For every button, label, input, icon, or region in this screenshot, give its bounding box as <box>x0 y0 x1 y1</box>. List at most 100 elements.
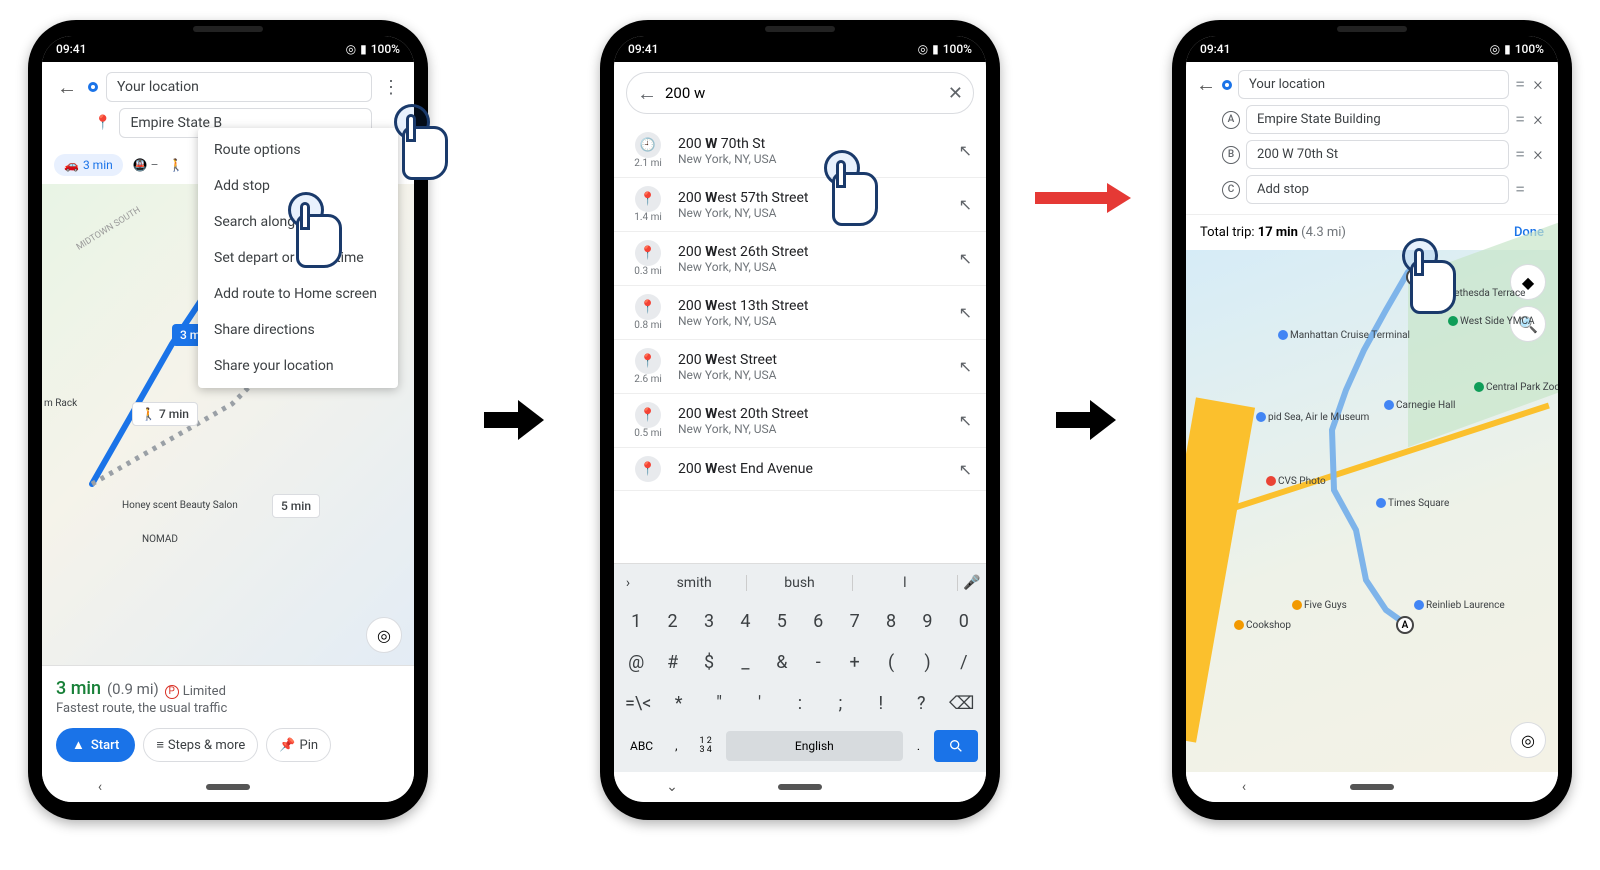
mode-walk-icon[interactable]: 🚶 <box>169 158 184 172</box>
overflow-menu-item[interactable]: Add stop <box>198 168 398 204</box>
kb-key[interactable]: ' <box>739 689 779 718</box>
insert-arrow-icon[interactable]: ↖ <box>959 411 972 430</box>
kb-key[interactable]: @ <box>618 648 654 677</box>
battery-icon: ▮ <box>360 42 367 56</box>
kb-key[interactable]: 3 <box>691 607 727 636</box>
route-summary-sheet[interactable]: 3 min (0.9 mi) PLimited Fastest route, t… <box>42 665 414 772</box>
kb-key[interactable]: / <box>946 648 982 677</box>
insert-arrow-icon[interactable]: ↖ <box>959 141 972 160</box>
stop-marker-icon: B <box>1222 146 1240 164</box>
insert-arrow-icon[interactable]: ↖ <box>959 249 972 268</box>
waypoint-field[interactable]: Empire State Building <box>1246 105 1509 134</box>
kb-expand-icon[interactable]: › <box>614 575 642 591</box>
kb-key[interactable]: ? <box>901 689 941 718</box>
remove-stop-icon[interactable]: × <box>1528 109 1548 130</box>
kb-key[interactable]: 4 <box>727 607 763 636</box>
kb-key[interactable]: $ <box>691 648 727 677</box>
search-result-item[interactable]: 📍 0.3 mi 200 West 26th Street New York, … <box>614 232 986 286</box>
kb-space-key[interactable]: English <box>726 731 903 761</box>
kb-key[interactable]: : <box>780 689 820 718</box>
overflow-menu-item[interactable]: Route options <box>198 132 398 168</box>
overflow-menu-item[interactable]: Add route to Home screen <box>198 276 398 312</box>
drag-handle-icon[interactable]: = <box>1515 179 1522 200</box>
overflow-menu-item[interactable]: Search along route <box>198 204 398 240</box>
recenter-button[interactable]: ◎ <box>1510 722 1546 758</box>
kb-key[interactable]: 7 <box>836 607 872 636</box>
back-arrow-icon[interactable]: ← <box>54 75 80 100</box>
kb-key[interactable]: 9 <box>909 607 945 636</box>
mode-car-chip[interactable]: 🚗 3 min <box>54 154 123 176</box>
origin-field[interactable]: Your location <box>106 72 372 102</box>
kb-key[interactable]: 2 <box>654 607 690 636</box>
search-result-item[interactable]: 🕘 2.1 mi 200 W 70th St New York, NY, USA… <box>614 124 986 178</box>
start-button[interactable]: ▲ Start <box>56 728 135 762</box>
overflow-menu-item[interactable]: Share your location <box>198 348 398 384</box>
recenter-button[interactable]: ◎ <box>366 617 402 653</box>
kb-suggestion[interactable]: smith <box>642 575 747 591</box>
nav-home-pill[interactable] <box>206 784 250 790</box>
kb-key[interactable]: & <box>764 648 800 677</box>
kb-key[interactable]: 6 <box>800 607 836 636</box>
pin-button[interactable]: 📌 Pin <box>266 728 331 762</box>
overflow-menu-item[interactable]: Set depart or arrive time <box>198 240 398 276</box>
kb-key[interactable]: ) <box>909 648 945 677</box>
kb-key[interactable]: * <box>658 689 698 718</box>
nav-home-pill[interactable] <box>778 784 822 790</box>
kb-key[interactable]: 8 <box>873 607 909 636</box>
kb-key[interactable]: ( <box>873 648 909 677</box>
remove-stop-icon[interactable]: × <box>1528 144 1548 165</box>
parking-badge: PLimited <box>165 684 226 699</box>
nav-keyboard-down-icon[interactable]: ⌄ <box>662 777 682 797</box>
kb-key[interactable]: 0 <box>946 607 982 636</box>
drag-handle-icon[interactable]: = <box>1515 144 1522 165</box>
kb-key[interactable]: ; <box>820 689 860 718</box>
kb-key[interactable]: " <box>699 689 739 718</box>
search-result-item[interactable]: 📍 200 West End Avenue ↖ <box>614 448 986 491</box>
search-result-item[interactable]: 📍 1.4 mi 200 West 57th Street New York, … <box>614 178 986 232</box>
kb-key[interactable]: 1 <box>618 607 654 636</box>
search-result-item[interactable]: 📍 0.8 mi 200 West 13th Street New York, … <box>614 286 986 340</box>
kb-key[interactable]: 5 <box>764 607 800 636</box>
search-bar[interactable]: ← ✕ <box>626 72 974 114</box>
insert-arrow-icon[interactable]: ↖ <box>959 460 972 479</box>
nav-back-icon[interactable]: ‹ <box>1234 777 1254 797</box>
waypoint-field[interactable]: 200 W 70th St <box>1246 140 1509 169</box>
insert-arrow-icon[interactable]: ↖ <box>959 303 972 322</box>
kb-suggestion[interactable]: l <box>853 575 958 591</box>
overflow-menu-button[interactable]: ⋮ <box>380 77 402 98</box>
back-arrow-icon[interactable]: ← <box>637 81 657 106</box>
kb-abc-key[interactable]: ABC <box>622 733 661 759</box>
back-arrow-icon[interactable]: ← <box>1196 72 1216 97</box>
remove-stop-icon[interactable]: × <box>1528 74 1548 95</box>
kb-numpad-key[interactable]: 1 23 4 <box>692 731 720 761</box>
map-canvas[interactable]: ◎ ◆ 🔍 Manhattan Cruise TerminalBethesda … <box>1186 250 1558 772</box>
kb-dot-key[interactable]: . <box>909 733 928 759</box>
insert-arrow-icon[interactable]: ↖ <box>959 195 972 214</box>
kb-key[interactable]: =\< <box>618 689 658 718</box>
waypoint-row: C Add stop = <box>1196 175 1548 204</box>
insert-arrow-icon[interactable]: ↖ <box>959 357 972 376</box>
clear-icon[interactable]: ✕ <box>948 83 963 104</box>
kb-key[interactable]: # <box>654 648 690 677</box>
search-result-item[interactable]: 📍 0.5 mi 200 West 20th Street New York, … <box>614 394 986 448</box>
kb-suggestion[interactable]: bush <box>747 575 852 591</box>
steps-button[interactable]: ≡ Steps & more <box>143 728 258 762</box>
kb-key[interactable]: - <box>800 648 836 677</box>
mode-transit-icon[interactable]: 🚇 – <box>133 158 159 172</box>
drag-handle-icon[interactable]: = <box>1515 109 1522 130</box>
kb-key[interactable]: ⌫ <box>942 689 982 718</box>
search-result-item[interactable]: 📍 2.6 mi 200 West Street New York, NY, U… <box>614 340 986 394</box>
waypoint-field[interactable]: Add stop <box>1246 175 1509 204</box>
nav-back-icon[interactable]: ‹ <box>90 777 110 797</box>
waypoint-field[interactable]: Your location <box>1238 70 1509 99</box>
nav-home-pill[interactable] <box>1350 784 1394 790</box>
kb-mic-icon[interactable]: 🎤 <box>958 575 986 591</box>
kb-search-key[interactable] <box>934 730 978 762</box>
kb-key[interactable]: ! <box>861 689 901 718</box>
kb-comma-key[interactable]: , <box>667 733 685 759</box>
search-input[interactable] <box>665 84 940 102</box>
overflow-menu-item[interactable]: Share directions <box>198 312 398 348</box>
drag-handle-icon[interactable]: = <box>1515 74 1522 95</box>
kb-key[interactable]: + <box>836 648 872 677</box>
kb-key[interactable]: _ <box>727 648 763 677</box>
